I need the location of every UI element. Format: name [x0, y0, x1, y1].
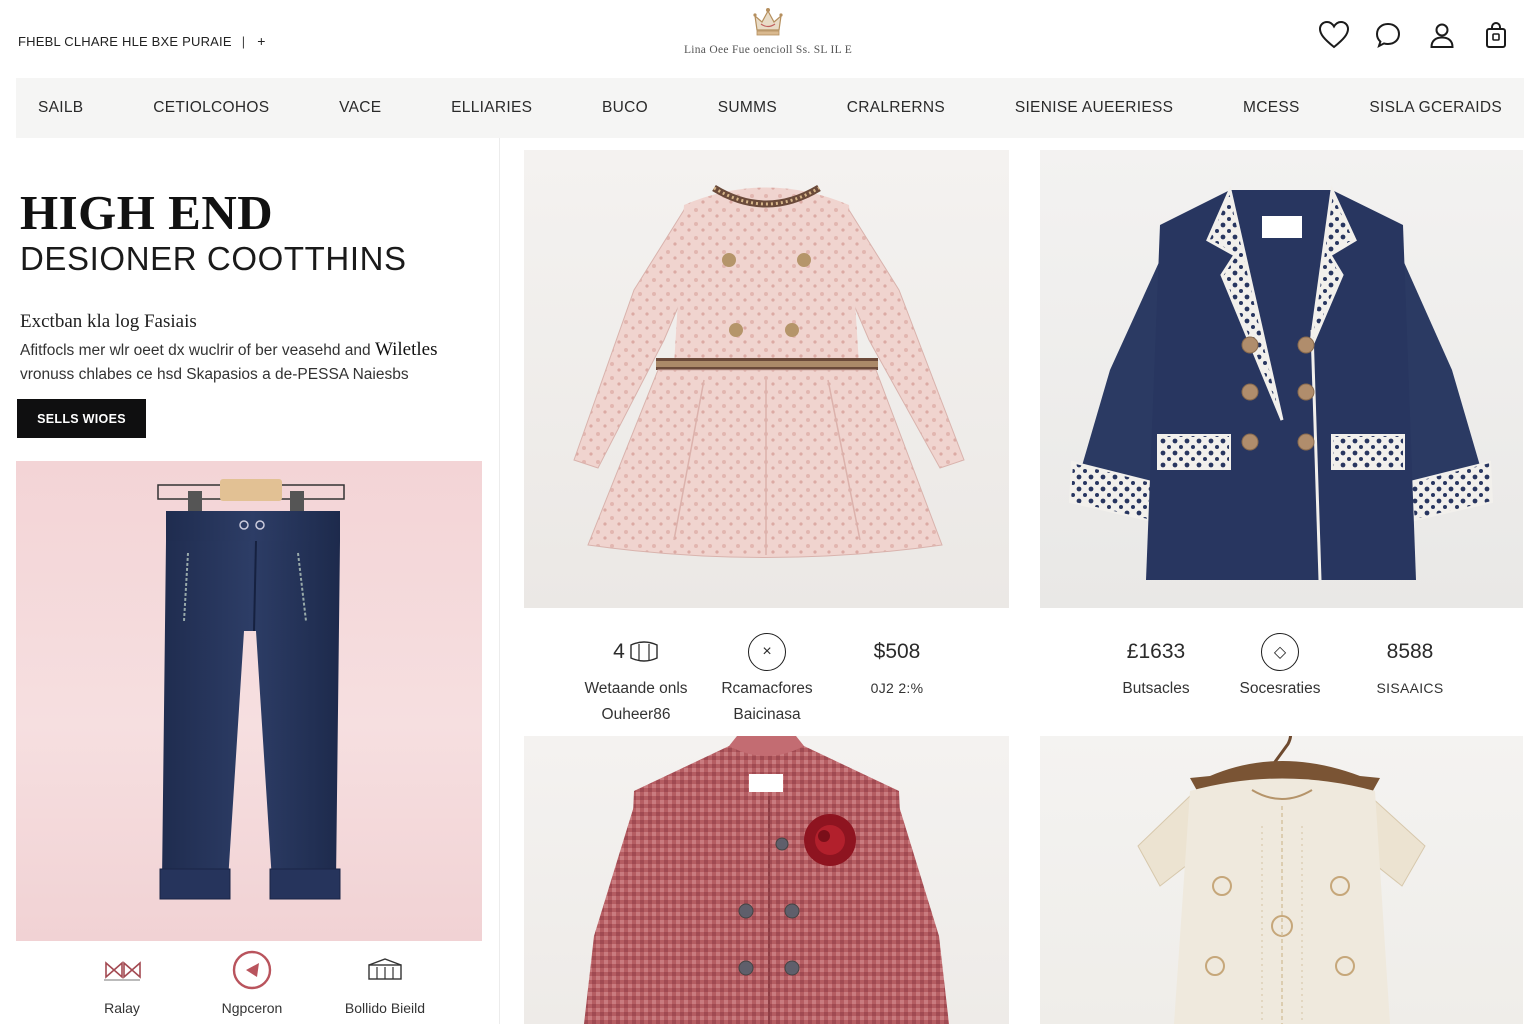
tag-icon	[630, 641, 658, 662]
tweed-jacket-image	[584, 736, 949, 1024]
feature-label: Ralay	[104, 1000, 140, 1016]
hero-description-emphasis: Wiletles	[374, 339, 438, 360]
hero-description-line1: Afitfocls mer wlr oeet dx wuclrir of ber…	[20, 338, 438, 363]
featured-trousers-image[interactable]	[16, 461, 482, 941]
stat-item[interactable]: $508 0J2 2:%	[822, 630, 972, 700]
nav-item[interactable]: SISLA GCERAIDS	[1369, 99, 1502, 117]
stat-label: Rcamacfores	[721, 680, 813, 697]
product-card-tweed-jacket[interactable]	[524, 736, 1009, 1024]
hero-description: Afitfocls mer wlr oeet dx wuclrir of ber…	[20, 338, 438, 387]
user-icon	[1430, 23, 1454, 48]
stat-item[interactable]: 8588 SISAAICS	[1335, 630, 1485, 700]
stat-item[interactable]: ◇ Socesraties	[1205, 630, 1355, 700]
chat-icon	[1375, 22, 1401, 49]
promo-text: FHEBL CLHARE HLE BXE PURAIE	[18, 34, 232, 49]
stat-label: Ouheer86	[601, 706, 671, 723]
navy-coat-image	[1068, 184, 1494, 581]
hero-section: HIGH END DESIONER COOTTHINS Exctban kla …	[0, 138, 500, 1024]
main-navigation: SAILB CETIOLCOHOS VACE ELLIARIES BUCO SU…	[16, 78, 1524, 138]
nav-item[interactable]: SIENISE AUEERIESS	[1015, 99, 1173, 117]
nav-item[interactable]: MCESS	[1243, 99, 1300, 117]
nav-item[interactable]: VACE	[339, 99, 381, 117]
stat-label: Wetaande onls	[584, 680, 688, 697]
top-header: FHEBL CLHARE HLE BXE PURAIE | + Lina Oee F…	[0, 0, 1536, 78]
promo-banner[interactable]: FHEBL CLHARE HLE BXE PURAIE | +	[18, 33, 266, 49]
building-icon	[315, 948, 455, 992]
product-card-ivory-dress[interactable]	[1040, 736, 1523, 1024]
stat-value: 4	[561, 630, 711, 674]
left-feature-row: Ralay Ngpceron Bollido Bieild	[0, 948, 500, 1024]
logo-tagline: Lina Oee Fue oencioll Ss. SL IL E	[683, 44, 853, 56]
wishlist-button[interactable]	[1318, 18, 1350, 52]
pink-dress-image	[573, 184, 965, 558]
feature-ralay[interactable]: Ralay	[52, 948, 192, 1016]
cart-button[interactable]	[1480, 18, 1512, 52]
stat-label: SISAAICS	[1376, 680, 1444, 696]
shop-now-button[interactable]: SELLS WIOES	[17, 399, 146, 438]
diamond-icon[interactable]: ◇	[1261, 633, 1299, 671]
header-actions	[1318, 18, 1512, 52]
promo-separator: |	[241, 34, 246, 49]
stat-label: Socesraties	[1239, 680, 1321, 697]
account-button[interactable]	[1426, 18, 1458, 52]
promo-expand-button[interactable]: +	[257, 33, 265, 49]
stat-item[interactable]: × Rcamacfores Baicinasa	[692, 630, 842, 726]
hero-lead: Exctban kla log Fasiais	[20, 311, 197, 332]
product-stats-right: £1633 Butsacles ◇ Socesraties 8588 SISAA…	[1040, 630, 1523, 730]
close-icon[interactable]: ×	[748, 633, 786, 671]
stat-value: $508	[873, 640, 921, 663]
stat-item[interactable]: 4 Wetaande onls Ouheer86	[561, 630, 711, 726]
hero-title: HIGH END	[20, 185, 274, 240]
ivory-dress-image	[1137, 736, 1426, 1024]
nav-item[interactable]: ELLIARIES	[451, 99, 532, 117]
nav-item[interactable]: SAILB	[38, 99, 83, 117]
stat-value: 8588	[1386, 640, 1434, 663]
bag-icon	[1486, 21, 1506, 48]
hero-subtitle: DESIONER COOTTHINS	[20, 240, 407, 277]
feature-label: Bollido Bieild	[344, 1000, 426, 1016]
nav-item[interactable]: BUCO	[602, 99, 648, 117]
nav-item[interactable]: CRALRERNS	[847, 99, 945, 117]
bows-icon	[52, 948, 192, 992]
crown-icon	[753, 8, 783, 36]
feature-ngpceron[interactable]: Ngpceron	[182, 948, 322, 1016]
stat-label: 0J2 2:%	[870, 680, 924, 696]
product-card-navy-coat[interactable]	[1040, 150, 1523, 608]
heart-icon	[1318, 20, 1350, 49]
circle-play-icon	[182, 948, 322, 992]
trousers-illustration	[157, 479, 345, 900]
stat-number: 4	[613, 640, 625, 663]
hero-description-text: Afitfocls mer wlr oeet dx wuclrir of ber…	[20, 342, 375, 359]
feature-label: Ngpceron	[221, 1000, 283, 1016]
hero-description-line2: vronuss chlabes ce hsd Skapasios a de-PE…	[20, 366, 409, 383]
stat-label: Baicinasa	[733, 706, 801, 723]
product-stats-left: 4 Wetaande onls Ouheer86 × Rcamacfores B…	[524, 630, 1009, 730]
feature-bollido[interactable]: Bollido Bieild	[315, 948, 455, 1016]
chat-button[interactable]	[1372, 18, 1404, 52]
brand-logo[interactable]: Lina Oee Fue oencioll Ss. SL IL E	[660, 4, 876, 56]
product-card-pink-dress[interactable]	[524, 150, 1009, 608]
nav-item[interactable]: CETIOLCOHOS	[153, 99, 269, 117]
nav-item[interactable]: SUMMS	[718, 99, 777, 117]
